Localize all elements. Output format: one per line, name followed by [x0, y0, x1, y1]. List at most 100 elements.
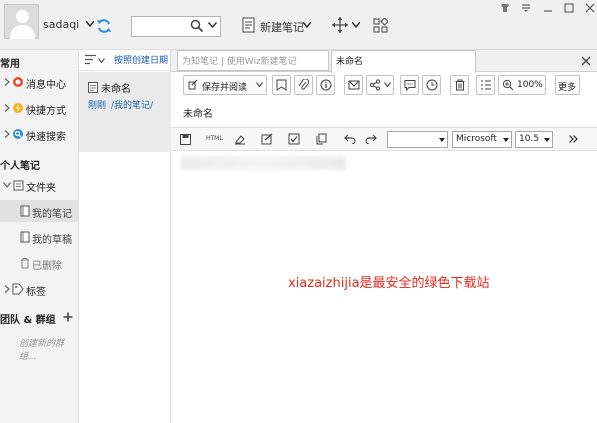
edit-checkbox-icon[interactable]	[261, 133, 273, 145]
close-tab-icon[interactable]	[581, 56, 591, 66]
paperclip-icon	[298, 79, 309, 90]
more-format-icon[interactable]	[569, 135, 578, 143]
search-icon[interactable]	[190, 19, 204, 33]
menu-icon[interactable]	[521, 3, 531, 13]
chevron-right-icon[interactable]	[4, 130, 10, 138]
sort-bar: 按照创建日期	[79, 50, 171, 71]
paragraph-style-select[interactable]	[387, 131, 448, 148]
move-icon[interactable]	[331, 16, 349, 34]
note-list: 按照创建日期 未命名 刚刚 /我的笔记/	[79, 50, 171, 423]
sidebar: 常用 消息中心 快捷方式 快速搜索 个人笔记 文件夹 我的笔记 我的草稿 已删除…	[0, 50, 79, 423]
new-note-icon[interactable]	[242, 17, 257, 34]
sidebar-item-my-notes[interactable]: 我的笔记	[32, 205, 72, 220]
notebook-icon	[20, 205, 30, 217]
chevron-right-icon[interactable]	[4, 285, 10, 293]
list-item[interactable]: 未命名 刚刚 /我的笔记/	[79, 72, 171, 152]
html-icon[interactable]: HTML	[206, 135, 223, 142]
layout-icon[interactable]	[373, 18, 388, 33]
sidebar-item-folders[interactable]: 文件夹	[26, 179, 56, 194]
new-note-button[interactable]: 新建笔记	[260, 19, 304, 35]
zoom-icon	[502, 79, 514, 91]
copy-icon[interactable]	[316, 133, 327, 145]
save-icon[interactable]	[180, 134, 191, 145]
comment-icon	[404, 80, 416, 91]
sidebar-item-shortcuts[interactable]: 快捷方式	[26, 102, 66, 117]
quick-search-icon	[13, 129, 23, 139]
sidebar-item-deleted[interactable]: 已删除	[32, 257, 62, 272]
redo-icon[interactable]	[365, 134, 377, 144]
info-icon	[320, 79, 332, 91]
section-title-personal: 个人笔记	[0, 161, 40, 172]
tab-untitled-note[interactable]: 未命名	[331, 50, 476, 73]
message-center-icon	[13, 77, 23, 87]
sidebar-item-quick-search[interactable]: 快速搜索	[26, 128, 66, 143]
sidebar-item-drafts[interactable]: 我的草稿	[32, 231, 72, 246]
format-toolbar: HTML Microsoft 10.5	[171, 127, 597, 151]
bookmark-icon	[276, 79, 287, 91]
chevron-down-icon	[544, 138, 550, 142]
chevron-down-icon[interactable]	[3, 182, 11, 188]
share-icon	[369, 79, 381, 91]
chevron-down-icon[interactable]	[98, 58, 105, 63]
zoom-level: 100%	[517, 80, 543, 90]
sidebar-item-tags[interactable]: 标签	[26, 283, 46, 298]
note-title-field[interactable]: 未命名	[183, 105, 213, 120]
chevron-down-icon[interactable]	[86, 21, 94, 27]
font-size-value: 10.5	[519, 134, 540, 144]
font-family-select[interactable]: Microsoft	[452, 131, 512, 148]
chevron-down-icon[interactable]	[352, 22, 360, 28]
checkbox-icon[interactable]	[288, 133, 300, 145]
list-icon	[481, 80, 491, 90]
chevron-down-icon[interactable]	[303, 22, 311, 28]
note-body-text[interactable]: xiazaizhijia是最安全的绿色下载站	[288, 272, 490, 291]
trash-icon	[455, 79, 465, 91]
chevron-right-icon[interactable]	[4, 78, 10, 86]
close-icon[interactable]	[585, 3, 595, 13]
font-size-select[interactable]: 10.5	[515, 131, 553, 148]
sort-icon[interactable]	[84, 54, 97, 65]
note-time: 刚刚	[88, 101, 107, 111]
editor-pane: 为知笔记 | 使用Wiz新建笔记 未命名 保存并阅读 100% 更多 未命名 H…	[171, 50, 597, 423]
maximize-icon[interactable]	[564, 3, 574, 13]
undo-icon[interactable]	[344, 134, 356, 144]
chevron-down-icon	[439, 138, 445, 142]
chevron-down-icon[interactable]	[256, 82, 263, 87]
font-family-value: Microsoft	[456, 134, 497, 144]
tab-bar: 为知笔记 | 使用Wiz新建笔记 未命名	[171, 50, 597, 73]
section-title-common: 常用	[0, 59, 20, 70]
note-path[interactable]: /我的笔记/	[111, 98, 153, 111]
clock-icon	[426, 79, 438, 91]
sidebar-item-messages[interactable]: 消息中心	[26, 76, 66, 91]
chevron-down-icon[interactable]	[384, 82, 391, 87]
tag-input[interactable]: 为知笔记 | 使用Wiz新建笔记	[177, 50, 329, 71]
note-toolbar: 保存并阅读 100% 更多	[171, 72, 597, 99]
sync-icon[interactable]	[96, 18, 112, 34]
skin-icon[interactable]	[500, 3, 510, 13]
add-group-icon[interactable]	[63, 312, 73, 322]
note-doc-icon	[88, 82, 98, 93]
shortcut-icon	[13, 103, 23, 113]
save-and-read-label: 保存并阅读	[202, 83, 248, 93]
email-icon	[348, 80, 360, 90]
username-label[interactable]: sadaqi	[43, 18, 79, 31]
trash-icon	[21, 258, 29, 269]
tag-icon	[12, 283, 24, 295]
save-read-icon	[188, 79, 198, 90]
chevron-down-icon	[503, 138, 509, 142]
title-bar: sadaqi 新建笔记	[0, 0, 597, 50]
chevron-right-icon[interactable]	[4, 104, 10, 112]
avatar[interactable]	[4, 4, 39, 39]
draft-icon	[20, 231, 30, 243]
chevron-down-icon[interactable]	[208, 22, 217, 28]
note-title: 未命名	[101, 84, 131, 95]
sort-by-created-date[interactable]: 按照创建日期	[114, 53, 168, 66]
section-title-team: 团队 & 群组	[0, 315, 56, 326]
more-label: 更多	[558, 83, 577, 93]
avatar-body	[10, 25, 35, 39]
avatar-head	[16, 10, 29, 23]
minimize-icon[interactable]	[543, 3, 553, 13]
blurred-content-line	[181, 156, 346, 170]
create-group-link[interactable]: 创建新的群组...	[19, 336, 78, 362]
folder-icon	[13, 180, 24, 191]
eraser-icon[interactable]	[234, 134, 246, 145]
